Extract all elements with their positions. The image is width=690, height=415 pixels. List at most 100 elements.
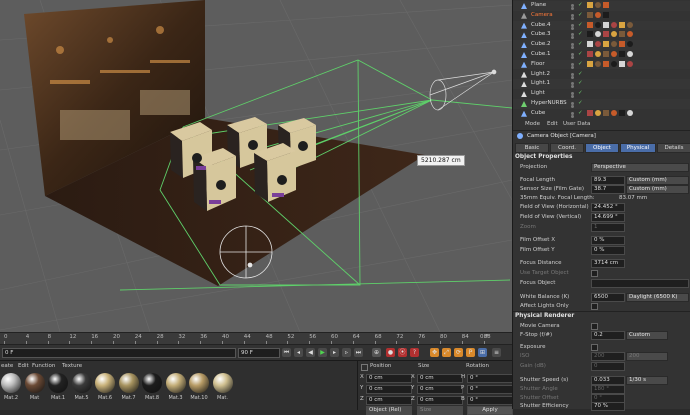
render-dot-icon[interactable] [571,26,574,30]
object-row[interactable]: Cube.4 ✓ [513,20,690,31]
current-frame-field[interactable]: 0 F [2,348,236,358]
object-row[interactable]: Floor ✓ [513,59,690,70]
fov-h-field[interactable]: 24.452 ° [591,203,625,212]
tab-object[interactable]: Object [585,143,619,153]
material-tag-icon[interactable] [603,51,609,57]
material-tag-icon[interactable] [619,21,625,28]
material-tag-icon[interactable] [595,2,601,8]
object-name[interactable]: Light [531,90,545,96]
object-row[interactable]: Cube.1 ✓ [513,50,690,60]
object-row[interactable]: Cube.2 ✓ [513,40,690,50]
render-dot-icon[interactable] [571,105,574,108]
render-dot-icon[interactable] [571,7,574,10]
rot-b-field[interactable]: 0 ° [467,396,513,405]
tab-physical[interactable]: Physical [620,143,656,153]
tab-details[interactable]: Details [657,143,690,153]
gain-field[interactable]: 0 [591,362,625,371]
material-tag-icon[interactable] [611,21,617,28]
material-swatch[interactable]: Mat [24,373,46,401]
go-to-start-icon[interactable]: ⏮ [282,348,291,357]
attr-menu-mode[interactable]: Mode [525,121,540,127]
film-offset-y-field[interactable]: 0 % [591,246,625,255]
focal-length-field[interactable]: 89.3 [591,176,625,185]
enabled-check-icon[interactable]: ✓ [578,71,583,77]
material-tag-icon[interactable] [587,60,593,67]
rotation-key-icon[interactable]: ⟳ [454,348,463,357]
enabled-check-icon[interactable]: ✓ [578,31,583,37]
material-tag-icon[interactable] [595,109,601,116]
position-key-icon[interactable]: ✥ [430,348,439,357]
material-tag-icon[interactable] [611,41,617,48]
object-name[interactable]: Camera [531,12,553,18]
object-name[interactable]: Plane [531,2,546,8]
render-dot-icon[interactable] [571,56,574,59]
render-dot-icon[interactable] [571,85,574,89]
material-swatch[interactable]: Mat.1 [47,373,69,401]
enabled-check-icon[interactable]: ✓ [578,110,583,116]
material-tag-icon[interactable] [603,11,609,18]
material-tag-icon[interactable] [603,41,609,48]
fstop-field[interactable]: 0.2 [591,331,625,340]
enabled-check-icon[interactable]: ✓ [578,41,583,47]
iso-preset[interactable]: 200 [626,352,668,361]
material-tag-icon[interactable] [603,2,609,8]
material-swatch[interactable]: Mat.6 [94,373,116,401]
sensor-size-field[interactable]: 38.7 [591,185,625,194]
material-tag-icon[interactable] [595,60,601,67]
record-icon[interactable]: ● [386,348,395,357]
object-name[interactable]: Light.2 [531,71,550,77]
go-to-end-icon[interactable]: ⏭ [354,348,363,357]
object-name[interactable]: Cube.1 [531,51,550,57]
zoom-field[interactable]: 1 [591,223,625,232]
render-dot-icon[interactable] [571,95,574,99]
shutter-eff-field[interactable]: 70 % [591,402,625,411]
render-dot-icon[interactable] [571,75,574,79]
material-tag-icon[interactable] [611,31,617,38]
iso-field[interactable]: 200 [591,352,625,361]
rot-p-field[interactable]: 0 ° [467,385,513,394]
material-swatch[interactable]: Mat.5 [71,373,93,401]
object-name[interactable]: Floor [531,61,545,67]
shutter-angle-field[interactable]: 180 ° [591,385,625,394]
material-tag-icon[interactable] [595,41,601,48]
material-swatch[interactable]: Mat.10 [188,373,210,401]
shutter-speed-field[interactable]: 0.033 [591,376,625,385]
render-dot-icon[interactable] [571,46,574,50]
timeline-menu-icon[interactable]: ≡ [492,348,501,357]
rot-h-field[interactable]: 0 ° [467,374,513,383]
enabled-check-icon[interactable]: ✓ [578,12,583,18]
sensor-size-preset[interactable]: Custom (mm) [626,185,689,194]
material-tag-icon[interactable] [619,41,625,48]
movie-camera-checkbox[interactable] [591,323,598,330]
enabled-check-icon[interactable]: ✓ [578,51,583,57]
object-row[interactable]: HyperNURBS ✓ [513,99,690,109]
apply-button[interactable]: Apply [467,406,513,415]
pos-y-field[interactable]: 0 cm [366,385,412,394]
material-tag-icon[interactable] [627,51,633,57]
material-tag-icon[interactable] [619,51,625,57]
material-tag-icon[interactable] [611,51,617,57]
material-tag-icon[interactable] [587,2,593,8]
enabled-check-icon[interactable]: ✓ [578,80,583,86]
material-tag-icon[interactable] [587,21,593,28]
material-menu-item[interactable]: eate [1,363,13,369]
param-key-icon[interactable]: P [466,348,475,357]
enabled-check-icon[interactable]: ✓ [578,61,583,67]
material-tag-icon[interactable] [603,31,609,38]
next-frame-icon[interactable]: ▸ [330,348,339,357]
material-tag-icon[interactable] [627,41,633,48]
object-row[interactable]: Light.1 ✓ [513,79,690,89]
size-x-field[interactable]: 0 cm [417,374,463,383]
render-dot-icon[interactable] [571,36,574,40]
end-frame-field[interactable]: 90 F [238,348,280,358]
material-tag-icon[interactable] [587,41,593,48]
film-offset-x-field[interactable]: 0 % [591,236,625,245]
material-tag-icon[interactable] [595,11,601,18]
material-tag-icon[interactable] [595,51,601,57]
material-menu-item[interactable]: Texture [62,363,82,369]
use-target-checkbox[interactable] [591,270,598,277]
pos-x-field[interactable]: 0 cm [366,374,412,383]
render-dot-icon[interactable] [571,16,574,20]
tab-basic[interactable]: Basic [515,143,549,153]
enabled-check-icon[interactable]: ✓ [578,2,583,8]
